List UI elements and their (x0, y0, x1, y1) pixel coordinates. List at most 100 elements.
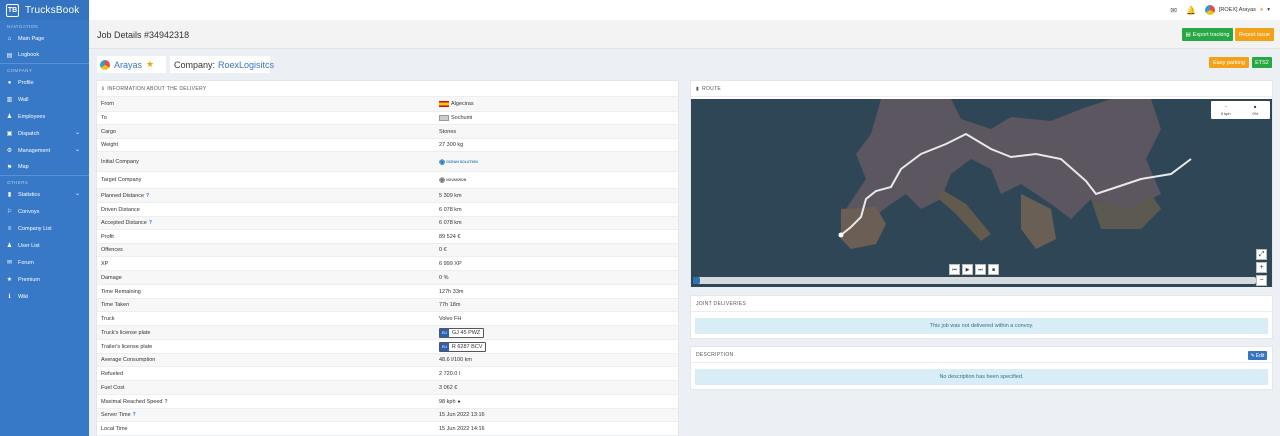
report-issue-button[interactable]: Report issue (1235, 28, 1274, 41)
row-value-text: 127h 33m (439, 288, 464, 295)
driver-avatar (100, 59, 110, 70)
row-label-text: Profit (101, 233, 114, 240)
row-value: 2 720.0 l (439, 371, 460, 377)
sidebar-item-main-page[interactable]: ⌂ Main Page (0, 30, 89, 47)
row-label-text: Accepted Distance (101, 220, 147, 226)
table-row: Maximal Reached Speed? 98 kph ● (97, 395, 678, 409)
timeline-slider[interactable] (693, 277, 1256, 284)
row-value: 3 062 € (439, 385, 457, 391)
row-label-text: Trailer's license plate (101, 343, 153, 350)
sidebar-item-map[interactable]: ⚑ Map (0, 159, 89, 176)
route-map[interactable]: ◔ 0 kph ■ 0% ⏮ ▶ ⏭ ■ ⤢ + − (691, 99, 1272, 287)
row-value: 48.6 l/100 km (439, 357, 472, 363)
row-value: 5 309 km (439, 193, 462, 199)
title-bar: Job Details #34942318 ▤ Export tracking R… (89, 20, 1280, 49)
skip-back-button[interactable]: ⏮ (949, 264, 960, 275)
row-label: Offences (97, 247, 439, 253)
book-icon: ▤ (6, 52, 13, 59)
easy-parking-badge: Easy parking (1209, 57, 1249, 68)
stop-button[interactable]: ■ (988, 264, 999, 275)
sidebar-item-label: Company List (18, 225, 52, 232)
company-logo: ◉ OCEAN SOLUTION (439, 158, 478, 166)
row-value: 6 999 XP (439, 261, 462, 267)
home-icon: ⌂ (7, 35, 12, 42)
company-box: Company: RoexLogisitcs (170, 56, 274, 73)
row-label-text: To (101, 115, 107, 121)
row-label-text: Fuel Cost (101, 384, 125, 391)
info-heading: Information about the delivery (107, 85, 207, 92)
table-row: Offences 0 € (97, 244, 678, 257)
city-flag-icon (439, 115, 449, 121)
sidebar-item-user-list[interactable]: ♟ User List (0, 237, 89, 254)
sidebar-item-profile[interactable]: ● Profile (0, 74, 89, 91)
sidebar-item-wall[interactable]: ▥ Wall (0, 91, 89, 108)
edit-description-button[interactable]: ✎ Edit (1248, 351, 1267, 360)
chevron-down-icon: ⌄ (74, 191, 80, 197)
sidebar-item-convoys[interactable]: ⚐ Convoys (0, 203, 89, 220)
timeline-handle[interactable] (693, 277, 700, 284)
driver-name-link[interactable]: Arayas (114, 60, 142, 70)
row-label: Maximal Reached Speed? (97, 399, 439, 405)
row-label: To (97, 115, 439, 121)
row-label-text: Time Remaining (101, 288, 141, 295)
sidebar-item-label: Map (18, 164, 29, 170)
row-value: Sochumi (439, 115, 472, 121)
skip-forward-button[interactable]: ⏭ (975, 264, 986, 275)
app-logo[interactable]: TB TrucksBook (0, 0, 89, 20)
sidebar-item-dispatch[interactable]: ▣ Dispatch ⌄ (0, 125, 89, 142)
row-value-text: 27 300 kg (439, 142, 464, 148)
help-icon[interactable]: ? (133, 412, 136, 418)
sidebar-item-statistics[interactable]: ▮ Statistics ⌄ (0, 186, 89, 203)
sidebar-item-company-list[interactable]: ≡ Company List (0, 220, 89, 237)
sidebar-item-forum[interactable]: ✉ Forum (0, 254, 89, 271)
panel-header: Description (691, 347, 1272, 363)
sidebar-item-wiki[interactable]: ℹ Wiki (0, 288, 89, 305)
help-icon[interactable]: ? (149, 220, 152, 226)
sidebar-item-logbook[interactable]: ▤ Logbook (0, 47, 89, 64)
row-label: Planned Distance? (97, 193, 439, 199)
plate-text: R 6287 BCV (448, 342, 486, 351)
row-value-text: 98 kph (439, 398, 456, 405)
row-value: ◉ NOVAKRON (439, 176, 466, 184)
sidebar-item-employees[interactable]: ♟ Employees (0, 108, 89, 125)
row-label-text: Damage (101, 274, 122, 281)
row-value: 6 078 km (439, 220, 462, 226)
play-button[interactable]: ▶ (962, 264, 973, 275)
table-row: Local Time 15 Jun 2022 14:16 (97, 422, 678, 436)
row-label-text: Local Time (101, 425, 128, 432)
fullscreen-icon[interactable]: ⤢ (1256, 249, 1267, 260)
row-value: Stones (439, 129, 456, 135)
truck-icon: ▣ (6, 131, 13, 137)
user-menu[interactable]: [ROEX] Arayas ● ▾ (1204, 5, 1270, 15)
zoom-out-button[interactable]: − (1256, 275, 1267, 286)
sidebar-item-label: Statistics (18, 191, 41, 198)
sidebar-item-premium[interactable]: ★ Premium (0, 271, 89, 288)
export-tracking-button[interactable]: ▤ Export tracking (1182, 28, 1233, 41)
zoom-in-button[interactable]: + (1256, 262, 1267, 273)
info-icon: ℹ (8, 294, 11, 300)
star-icon: ★ (146, 59, 155, 69)
sidebar-item-label: Premium (18, 276, 41, 283)
messages-icon[interactable]: ✉ (1170, 6, 1177, 15)
chevron-down-icon: ▾ (1267, 7, 1270, 13)
row-value-text: Volvo FH (439, 315, 462, 322)
row-value-text: 0 % (439, 274, 449, 281)
table-row: From Algeciras (97, 97, 678, 112)
table-row: Truck's license plate EU GJ 45 PWZ (97, 326, 678, 340)
wall-icon: ▥ (6, 97, 13, 103)
help-icon[interactable]: ? (164, 399, 167, 405)
edit-label: Edit (1255, 352, 1265, 359)
row-value: Algeciras (439, 101, 474, 107)
sidebar-item-label: Logbook (18, 52, 40, 58)
table-row: Target Company ◉ NOVAKRON (97, 172, 678, 189)
table-row: Initial Company ◉ OCEAN SOLUTION (97, 152, 678, 172)
help-icon[interactable]: ? (146, 193, 149, 199)
bell-icon[interactable]: 🔔 (1186, 6, 1196, 15)
map-flag-icon: ▮ (696, 85, 700, 92)
sidebar-item-management[interactable]: ⚙ Management ⌄ (0, 142, 89, 159)
row-label: Damage (97, 275, 439, 281)
gear-icon: ⚙ (6, 148, 13, 154)
company-logo-icon: ◉ (439, 158, 446, 166)
company-name-link[interactable]: RoexLogisitcs (218, 60, 274, 70)
company-prefix: Company: (174, 59, 216, 70)
